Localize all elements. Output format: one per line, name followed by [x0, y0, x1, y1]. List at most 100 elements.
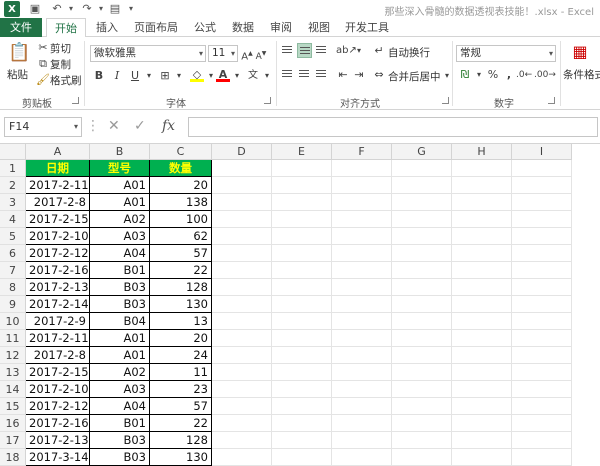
empty-cell[interactable] — [452, 211, 512, 228]
date-cell[interactable]: 2017-2-13 — [26, 432, 90, 449]
empty-cell[interactable] — [332, 415, 392, 432]
column-header-g[interactable]: G — [392, 144, 452, 160]
row-header[interactable]: 9 — [0, 296, 26, 313]
font-name-select[interactable]: 微软雅黑 ▾ — [90, 45, 206, 62]
table-header-cell[interactable]: 日期 — [26, 160, 90, 177]
empty-cell[interactable] — [332, 347, 392, 364]
empty-cell[interactable] — [212, 415, 272, 432]
empty-cell[interactable] — [452, 415, 512, 432]
empty-cell[interactable] — [512, 177, 572, 194]
empty-cell[interactable] — [392, 228, 452, 245]
empty-cell[interactable] — [212, 432, 272, 449]
empty-cell[interactable] — [332, 398, 392, 415]
empty-cell[interactable] — [392, 449, 452, 466]
empty-cell[interactable] — [452, 228, 512, 245]
empty-cell[interactable] — [272, 415, 332, 432]
empty-cell[interactable] — [272, 296, 332, 313]
alignment-launcher-icon[interactable] — [442, 97, 449, 104]
empty-cell[interactable] — [212, 228, 272, 245]
model-cell[interactable]: A02 — [90, 211, 150, 228]
row-header[interactable]: 17 — [0, 432, 26, 449]
empty-cell[interactable] — [392, 432, 452, 449]
empty-cell[interactable] — [452, 296, 512, 313]
row-header[interactable]: 1 — [0, 160, 26, 177]
empty-cell[interactable] — [392, 381, 452, 398]
align-bottom-icon[interactable] — [314, 43, 329, 58]
tab-data[interactable]: 数据 — [226, 18, 260, 37]
date-cell[interactable]: 2017-2-16 — [26, 262, 90, 279]
column-header-i[interactable]: I — [512, 144, 572, 160]
paste-icon[interactable]: 📋 — [8, 41, 30, 65]
empty-cell[interactable] — [452, 245, 512, 262]
paste-button[interactable]: 粘贴 — [7, 67, 28, 82]
currency-dropdown-icon[interactable]: ▾ — [472, 68, 486, 82]
empty-cell[interactable] — [512, 347, 572, 364]
formula-input[interactable] — [188, 117, 598, 137]
tab-developer[interactable]: 开发工具 — [340, 18, 394, 37]
empty-cell[interactable] — [452, 194, 512, 211]
empty-cell[interactable] — [452, 381, 512, 398]
empty-cell[interactable] — [452, 364, 512, 381]
empty-cell[interactable] — [272, 177, 332, 194]
tab-file[interactable]: 文件 — [0, 18, 42, 37]
font-color-dropdown-icon[interactable]: ▾ — [230, 69, 244, 83]
phonetic-dropdown-icon[interactable]: ▾ — [260, 69, 274, 83]
empty-cell[interactable] — [272, 432, 332, 449]
copy-icon[interactable]: ⧉ — [36, 57, 50, 71]
date-cell[interactable]: 2017-2-9 — [26, 313, 90, 330]
cut-icon[interactable]: ✂ — [36, 41, 50, 55]
select-all-corner[interactable] — [0, 144, 26, 160]
tab-view[interactable]: 视图 — [302, 18, 336, 37]
empty-cell[interactable] — [512, 245, 572, 262]
column-header-h[interactable]: H — [452, 144, 512, 160]
row-header[interactable]: 11 — [0, 330, 26, 347]
align-top-icon[interactable] — [280, 43, 295, 58]
date-cell[interactable]: 2017-2-15 — [26, 211, 90, 228]
empty-cell[interactable] — [272, 364, 332, 381]
row-header[interactable]: 13 — [0, 364, 26, 381]
column-header-a[interactable]: A — [26, 144, 90, 160]
orientation-icon[interactable]: ab↗ — [336, 44, 357, 58]
column-header-c[interactable]: C — [150, 144, 212, 160]
empty-cell[interactable] — [512, 432, 572, 449]
quantity-cell[interactable]: 130 — [150, 449, 212, 466]
model-cell[interactable]: B01 — [90, 262, 150, 279]
empty-cell[interactable] — [212, 296, 272, 313]
quantity-cell[interactable]: 24 — [150, 347, 212, 364]
empty-cell[interactable] — [272, 381, 332, 398]
quantity-cell[interactable]: 20 — [150, 330, 212, 347]
align-middle-icon[interactable] — [297, 43, 312, 58]
empty-cell[interactable] — [272, 449, 332, 466]
merge-center-icon[interactable]: ⇔ — [372, 68, 386, 82]
date-cell[interactable]: 2017-3-14 — [26, 449, 90, 466]
name-box[interactable]: F14 ▾ — [4, 117, 82, 137]
date-cell[interactable]: 2017-2-16 — [26, 415, 90, 432]
tab-page-layout[interactable]: 页面布局 — [128, 18, 184, 37]
row-header[interactable]: 8 — [0, 279, 26, 296]
currency-icon[interactable]: ₪ — [458, 68, 472, 82]
form-icon[interactable]: ▤ — [108, 2, 122, 16]
empty-cell[interactable] — [512, 296, 572, 313]
quantity-cell[interactable]: 22 — [150, 262, 212, 279]
model-cell[interactable]: A01 — [90, 194, 150, 211]
align-center-icon[interactable] — [297, 67, 312, 82]
date-cell[interactable]: 2017-2-8 — [26, 194, 90, 211]
empty-cell[interactable] — [512, 398, 572, 415]
tab-formulas[interactable]: 公式 — [188, 18, 222, 37]
empty-cell[interactable] — [512, 211, 572, 228]
empty-cell[interactable] — [332, 177, 392, 194]
empty-cell[interactable] — [212, 211, 272, 228]
empty-cell[interactable] — [212, 177, 272, 194]
empty-cell[interactable] — [452, 330, 512, 347]
quantity-cell[interactable]: 22 — [150, 415, 212, 432]
empty-cell[interactable] — [212, 398, 272, 415]
empty-cell[interactable] — [392, 313, 452, 330]
empty-cell[interactable] — [512, 313, 572, 330]
empty-cell[interactable] — [332, 449, 392, 466]
empty-cell[interactable] — [272, 194, 332, 211]
table-header-cell[interactable]: 数量 — [150, 160, 212, 177]
row-header[interactable]: 12 — [0, 347, 26, 364]
empty-cell[interactable] — [452, 262, 512, 279]
increase-indent-icon[interactable]: ⇥ — [352, 68, 366, 82]
empty-cell[interactable] — [392, 415, 452, 432]
